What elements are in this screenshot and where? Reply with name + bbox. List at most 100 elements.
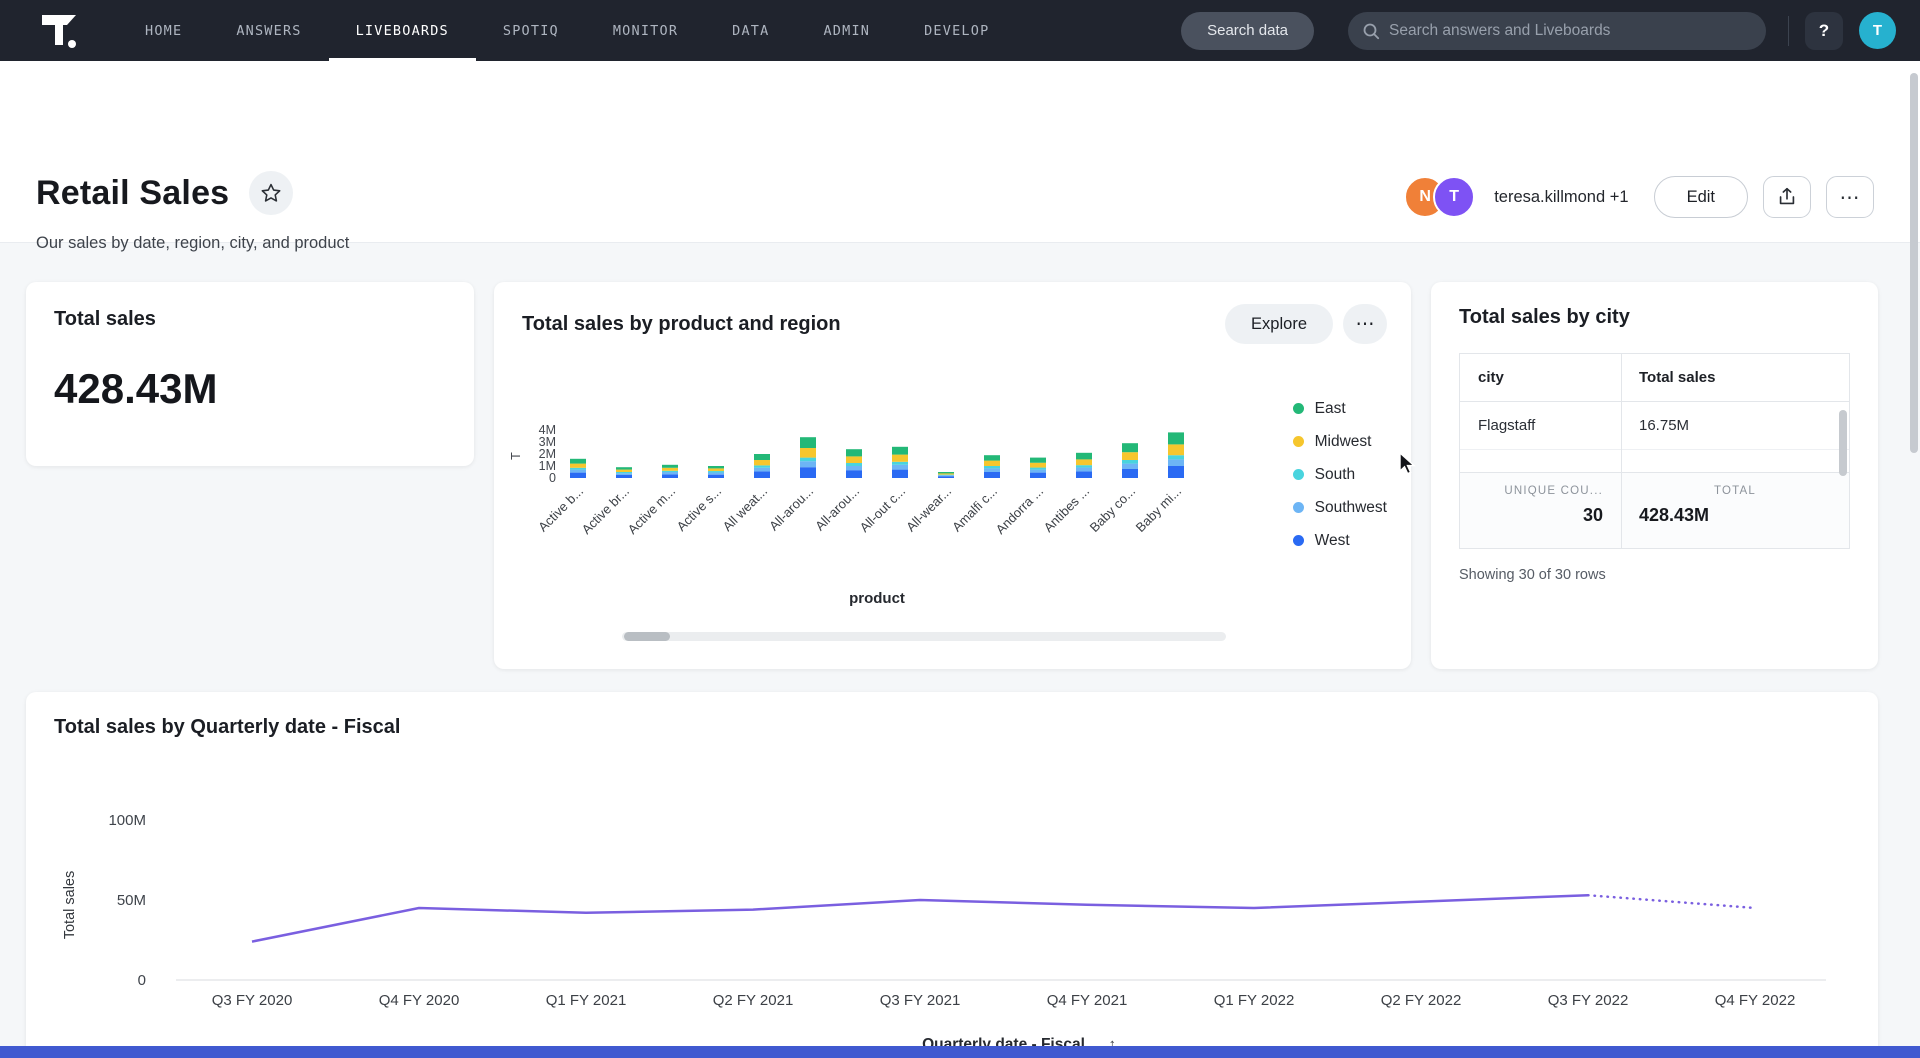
collaborator-avatars[interactable]: NT xyxy=(1404,176,1475,218)
legend-dot xyxy=(1293,436,1304,447)
total-label: TOTAL xyxy=(1639,485,1831,497)
search-icon xyxy=(1362,22,1380,40)
svg-text:100M: 100M xyxy=(108,812,146,829)
page-title: Retail Sales xyxy=(36,174,229,213)
thoughtspot-logo[interactable] xyxy=(0,11,118,51)
svg-text:0: 0 xyxy=(138,972,146,989)
global-search[interactable] xyxy=(1348,12,1766,50)
legend-label: Southwest xyxy=(1315,499,1387,517)
legend-item-southwest[interactable]: Southwest xyxy=(1293,491,1387,524)
svg-text:product: product xyxy=(849,590,905,607)
legend-label: West xyxy=(1315,532,1350,550)
page-scrollbar[interactable] xyxy=(1908,61,1920,1058)
column-divider xyxy=(1621,354,1622,548)
table-vertical-scrollbar[interactable] xyxy=(1839,410,1847,476)
scrollbar-thumb[interactable] xyxy=(624,632,670,641)
search-input[interactable] xyxy=(1389,22,1752,40)
unique-count-value: 30 xyxy=(1478,505,1603,526)
share-button[interactable] xyxy=(1763,176,1811,218)
unique-count-label: UNIQUE COU... xyxy=(1478,485,1603,497)
chart-horizontal-scrollbar[interactable] xyxy=(622,632,1226,641)
table-body: Flagstaff16.75M xyxy=(1460,402,1849,450)
legend-label: South xyxy=(1315,466,1356,484)
bottom-cutoff-bar xyxy=(0,1046,1920,1058)
nav-item-develop[interactable]: DEVELOP xyxy=(897,0,1016,61)
svg-text:Active m...: Active m... xyxy=(625,484,679,538)
nav-item-spotiq[interactable]: SPOTIQ xyxy=(476,0,586,61)
card-title: Total sales by city xyxy=(1459,306,1850,329)
svg-text:Q4 FY 2021: Q4 FY 2021 xyxy=(1047,992,1128,1009)
total-sales-card[interactable]: Total sales 428.43M xyxy=(26,282,474,466)
quarterly-sales-card: Total sales by Quarterly date - Fiscal T… xyxy=(26,692,1878,1058)
svg-text:1M: 1M xyxy=(539,459,556,473)
card-title: Total sales by product and region xyxy=(522,313,841,336)
legend-item-midwest[interactable]: Midwest xyxy=(1293,425,1387,458)
svg-text:All weat...: All weat... xyxy=(720,484,770,534)
svg-text:Q4 FY 2022: Q4 FY 2022 xyxy=(1715,992,1796,1009)
svg-text:T: T xyxy=(509,452,523,460)
liveboard-header: Retail Sales Our sales by date, region, … xyxy=(0,61,1920,242)
svg-text:Q1 FY 2022: Q1 FY 2022 xyxy=(1214,992,1295,1009)
svg-text:0: 0 xyxy=(549,471,556,485)
help-icon[interactable]: ? xyxy=(1805,12,1843,50)
legend-dot xyxy=(1293,502,1304,513)
page-subtitle: Our sales by date, region, city, and pro… xyxy=(36,234,349,253)
svg-text:Andorra ...: Andorra ... xyxy=(993,484,1047,538)
quarterly-line-chart[interactable]: Total sales050M100MQ3 FY 2020Q4 FY 2020Q… xyxy=(26,752,1878,1058)
column-header-city[interactable]: city xyxy=(1460,369,1621,386)
nav-item-answers[interactable]: ANSWERS xyxy=(209,0,328,61)
nav-divider xyxy=(1788,16,1789,46)
svg-text:3M: 3M xyxy=(539,435,556,449)
share-icon xyxy=(1776,186,1798,208)
kpi-value: 428.43M xyxy=(54,365,446,413)
svg-text:Active s...: Active s... xyxy=(674,484,724,534)
legend-dot xyxy=(1293,403,1304,414)
svg-text:All-arou...: All-arou... xyxy=(812,484,862,534)
top-nav: HOMEANSWERSLIVEBOARDSSPOTIQMONITORDATAAD… xyxy=(0,0,1920,61)
row-count-label: Showing 30 of 30 rows xyxy=(1459,567,1850,583)
nav-item-liveboards[interactable]: LIVEBOARDS xyxy=(329,0,476,61)
legend-item-south[interactable]: South xyxy=(1293,458,1387,491)
explore-button[interactable]: Explore xyxy=(1225,304,1333,344)
card-title: Total sales by Quarterly date - Fiscal xyxy=(26,692,1878,739)
svg-text:All-out c...: All-out c... xyxy=(857,484,908,535)
page-scrollbar-thumb[interactable] xyxy=(1910,73,1918,453)
svg-text:Q4 FY 2020: Q4 FY 2020 xyxy=(379,992,460,1009)
collaborator-avatar[interactable]: T xyxy=(1433,176,1475,218)
table-header-row: city Total sales xyxy=(1460,354,1849,402)
legend-dot xyxy=(1293,469,1304,480)
nav-item-admin[interactable]: ADMIN xyxy=(796,0,897,61)
favorite-button[interactable] xyxy=(249,171,293,215)
search-data-button[interactable]: Search data xyxy=(1181,12,1314,50)
nav-item-home[interactable]: HOME xyxy=(118,0,209,61)
column-header-total-sales[interactable]: Total sales xyxy=(1621,369,1849,386)
edit-button[interactable]: Edit xyxy=(1654,176,1748,218)
table-summary-row: UNIQUE COU... 30 TOTAL 428.43M xyxy=(1460,472,1849,548)
legend-item-east[interactable]: East xyxy=(1293,392,1387,425)
legend-label: East xyxy=(1315,400,1346,418)
city-table-card: Total sales by city city Total sales Fla… xyxy=(1431,282,1878,669)
svg-text:Active br...: Active br... xyxy=(579,484,633,538)
legend-label: Midwest xyxy=(1315,433,1372,451)
more-options-button[interactable]: ⋯ xyxy=(1826,176,1874,218)
svg-text:50M: 50M xyxy=(117,892,146,909)
legend-item-west[interactable]: West xyxy=(1293,524,1387,557)
svg-text:Total sales: Total sales xyxy=(62,871,78,940)
user-avatar[interactable]: T xyxy=(1859,12,1896,49)
svg-text:Q2 FY 2021: Q2 FY 2021 xyxy=(713,992,794,1009)
svg-text:All-arou...: All-arou... xyxy=(766,484,816,534)
table-row[interactable]: Flagstaff16.75M xyxy=(1460,402,1849,450)
total-value: 428.43M xyxy=(1639,505,1831,526)
product-region-card: Total sales by product and region Explor… xyxy=(494,282,1411,669)
nav-item-data[interactable]: DATA xyxy=(705,0,796,61)
star-icon xyxy=(260,182,282,204)
nav-items: HOMEANSWERSLIVEBOARDSSPOTIQMONITORDATAAD… xyxy=(118,0,1016,61)
svg-text:Q3 FY 2021: Q3 FY 2021 xyxy=(880,992,961,1009)
nav-item-monitor[interactable]: MONITOR xyxy=(586,0,705,61)
product-bar-chart[interactable]: 01M2M3M4MTActive b...Active br...Active … xyxy=(508,412,1268,624)
svg-text:4M: 4M xyxy=(539,423,556,437)
svg-text:Antibes ...: Antibes ... xyxy=(1041,484,1092,535)
more-icon: ⋯ xyxy=(1840,185,1861,210)
card-more-button[interactable]: ⋯ xyxy=(1343,304,1387,344)
svg-text:2M: 2M xyxy=(539,447,556,461)
